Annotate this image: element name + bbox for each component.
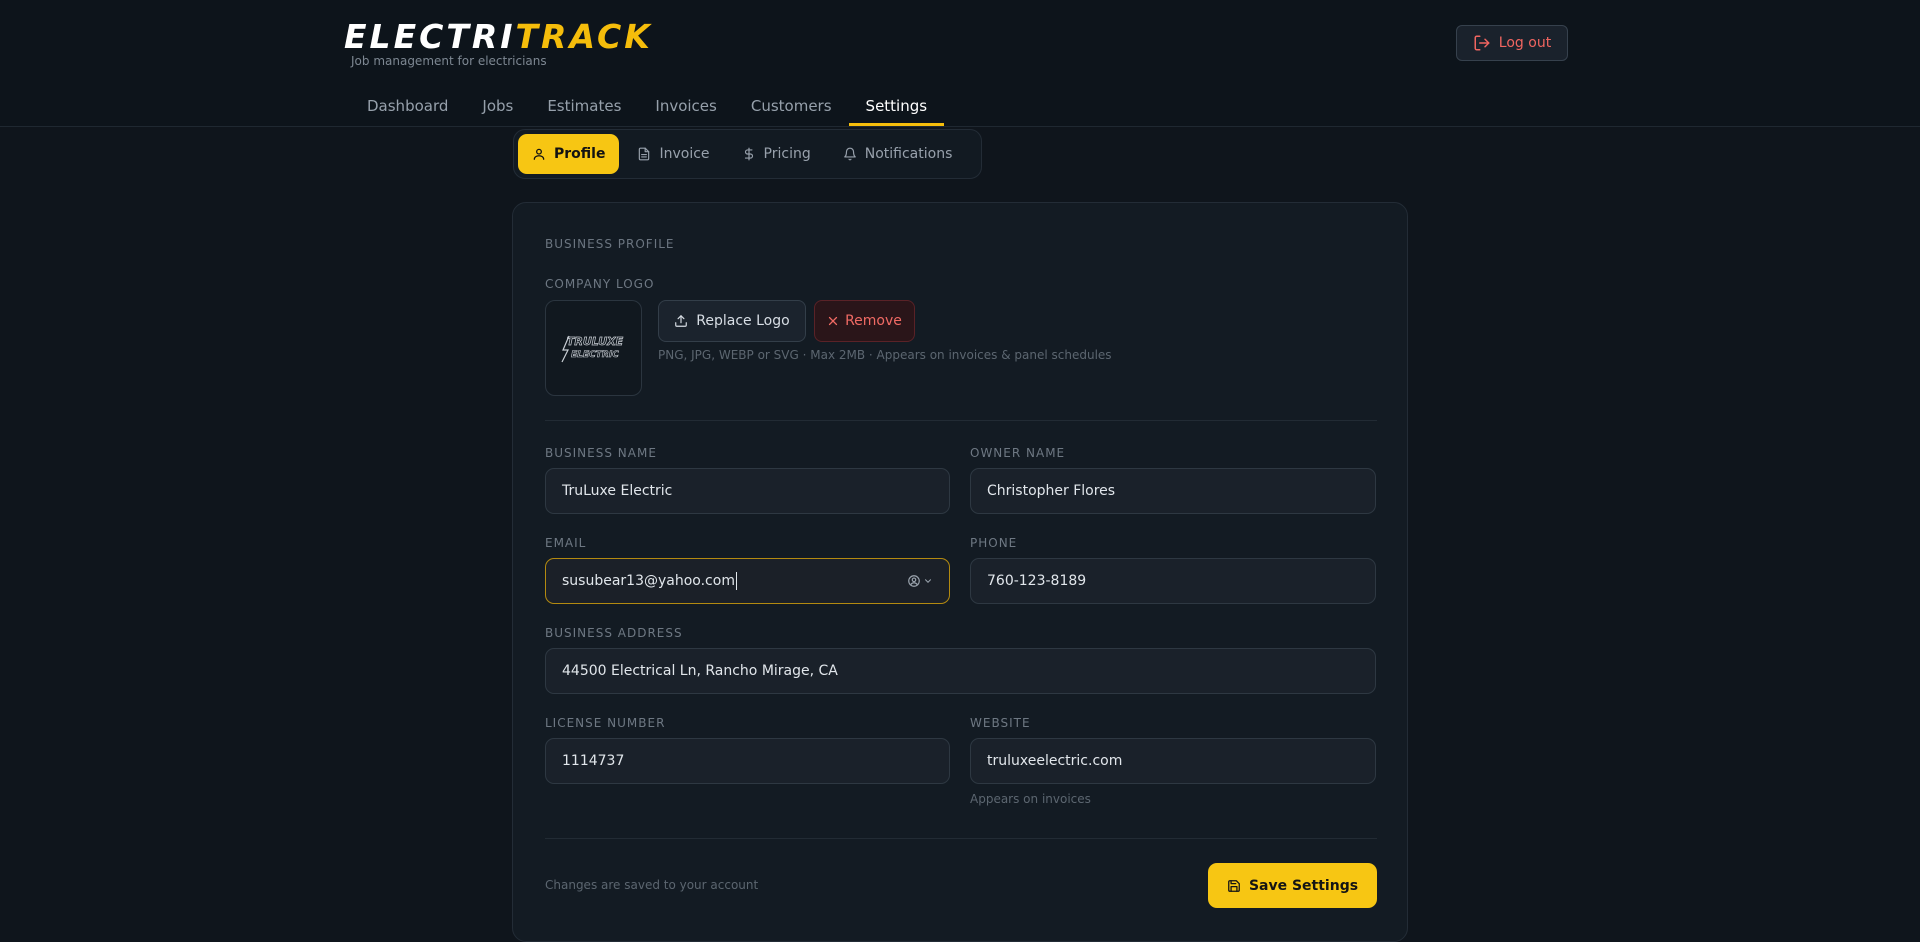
remove-logo-button[interactable]: Remove [814,300,915,342]
website-label: WEBSITE [970,716,1031,730]
save-settings-label: Save Settings [1248,877,1359,894]
chevron-down-icon [924,579,932,583]
tab-pricing-label: Pricing [763,146,811,162]
nav-invoices[interactable]: Invoices [638,88,733,126]
tab-invoice-label: Invoice [659,146,710,162]
settings-tabs: Profile Invoice Pricing Notifications [513,129,982,179]
logout-icon [1474,35,1490,51]
phone-label: PHONE [970,536,1018,550]
footer-divider [545,838,1377,839]
nav-customers[interactable]: Customers [734,88,849,126]
business-name-input[interactable]: TruLuxe Electric [545,468,950,514]
license-input[interactable]: 1114737 [545,738,950,784]
dollar-icon [744,147,753,161]
business-profile-card: BUSINESS PROFILE COMPANY LOGO TRULUXE EL… [512,202,1408,942]
email-label: EMAIL [545,536,587,550]
company-logo-label: COMPANY LOGO [545,277,655,291]
logo-word-2: ELECTRIC [571,350,619,360]
owner-name-input[interactable]: Christopher Flores [970,468,1376,514]
logout-label: Log out [1498,35,1552,51]
address-input[interactable]: 44500 Electrical Ln, Rancho Mirage, CA [545,648,1376,694]
website-input[interactable]: truluxeelectric.com [970,738,1376,784]
website-hint: Appears on invoices [970,792,1091,806]
business-name-label: BUSINESS NAME [545,446,657,460]
upload-icon [675,315,688,327]
user-icon [533,148,545,160]
replace-logo-label: Replace Logo [696,313,790,329]
section-divider [545,420,1377,421]
phone-input[interactable]: 760-123-8189 [970,558,1376,604]
tab-profile-label: Profile [554,146,606,162]
email-input[interactable]: susubear13@yahoo.com [545,558,950,604]
company-logo-image: TRULUXE ELECTRIC [560,335,623,363]
app-tagline: Job management for electricians [351,54,547,68]
tab-notifications-label: Notifications [864,146,953,162]
nav-settings[interactable]: Settings [848,88,945,126]
close-icon [828,316,838,326]
nav-estimates[interactable]: Estimates [530,88,638,126]
account-icon [908,575,920,587]
tab-profile[interactable]: Profile [518,134,620,174]
logo-text-primary: ELECTRI [344,17,516,56]
text-cursor [735,572,737,590]
logo-text-accent: TRACK [515,17,653,56]
top-bar: ELECTRITRACK Job management for electric… [0,0,1920,127]
document-icon [639,147,650,161]
main-nav: Dashboard Jobs Estimates Invoices Custom… [350,88,945,127]
remove-logo-label: Remove [845,313,902,329]
tab-invoice[interactable]: Invoice [623,134,723,174]
save-icon [1228,879,1240,892]
nav-dashboard[interactable]: Dashboard [350,88,465,126]
logo-format-hint: PNG, JPG, WEBP or SVG · Max 2MB · Appear… [658,348,1112,362]
app-logo[interactable]: ELECTRITRACK [344,18,653,56]
section-title: BUSINESS PROFILE [545,237,675,251]
company-logo-preview: TRULUXE ELECTRIC [545,300,642,396]
save-footnote: Changes are saved to your account [545,878,759,892]
license-label: LICENSE NUMBER [545,716,666,730]
logout-button[interactable]: Log out [1456,25,1568,61]
autofill-button[interactable] [907,574,933,588]
logo-word-1: TRULUXE [566,335,623,348]
nav-jobs[interactable]: Jobs [465,88,530,126]
owner-name-label: OWNER NAME [970,446,1066,460]
email-value: susubear13@yahoo.com [562,573,735,589]
tab-pricing[interactable]: Pricing [728,134,825,174]
save-settings-button[interactable]: Save Settings [1208,863,1377,908]
bell-icon [843,147,856,161]
address-label: BUSINESS ADDRESS [545,626,683,640]
replace-logo-button[interactable]: Replace Logo [658,300,806,342]
tab-notifications[interactable]: Notifications [829,134,967,174]
